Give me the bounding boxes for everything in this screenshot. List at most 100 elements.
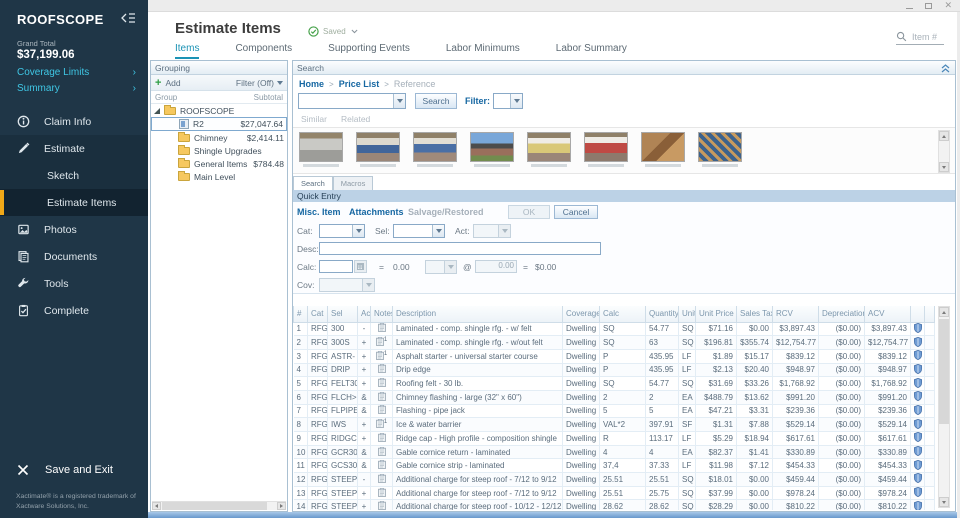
sidebar-item-estimate[interactable]: Estimate bbox=[0, 135, 148, 162]
column-header[interactable]: Sales Tax bbox=[737, 306, 773, 322]
column-header[interactable]: Notes bbox=[371, 306, 393, 322]
misc-item-link[interactable]: Misc. Item bbox=[297, 207, 341, 217]
calc-rate-input[interactable]: 0.00 bbox=[475, 260, 517, 273]
cell-source[interactable] bbox=[911, 377, 925, 391]
thumbnail-scrollbar[interactable] bbox=[938, 130, 950, 173]
dropdown-arrow-icon[interactable] bbox=[510, 94, 522, 108]
cell-source[interactable] bbox=[911, 322, 925, 336]
cell-notes[interactable]: 1 bbox=[371, 336, 393, 350]
cell-source[interactable] bbox=[911, 336, 925, 350]
sidebar-item-photos[interactable]: Photos bbox=[0, 216, 148, 243]
coverage-limits-link[interactable]: Coverage Limits› bbox=[17, 66, 140, 79]
line-item-row[interactable]: 14 RFG STEEP> + Additional charge for st… bbox=[294, 500, 935, 510]
sidebar-collapse-icon[interactable] bbox=[120, 12, 136, 24]
dropdown-arrow-icon[interactable] bbox=[393, 94, 405, 108]
group-row-shingle-upgrades[interactable]: Shingle Upgrades bbox=[151, 144, 287, 157]
cell-source[interactable] bbox=[911, 349, 925, 363]
column-header[interactable]: Act bbox=[358, 306, 371, 322]
grouping-horizontal-scrollbar[interactable] bbox=[152, 501, 286, 510]
tab-macros[interactable]: Macros bbox=[333, 176, 374, 190]
sidebar-item-complete[interactable]: Complete bbox=[0, 297, 148, 324]
price-list-thumbnail[interactable] bbox=[413, 132, 457, 167]
group-row-r2[interactable]: R2 $27,047.64 bbox=[151, 117, 287, 131]
column-header[interactable]: Depreciation bbox=[819, 306, 865, 322]
group-row-general-items[interactable]: General Items $784.48 bbox=[151, 157, 287, 170]
column-header[interactable]: Unit bbox=[679, 306, 696, 322]
price-list-thumbnail[interactable] bbox=[470, 132, 514, 167]
cell-notes[interactable] bbox=[371, 404, 393, 418]
cell-source[interactable] bbox=[911, 459, 925, 473]
attachments-link[interactable]: Attachments bbox=[349, 207, 404, 217]
cell-notes[interactable] bbox=[371, 322, 393, 336]
sidebar-item-claim-info[interactable]: Claim Info bbox=[0, 108, 148, 135]
column-header[interactable]: RCV bbox=[773, 306, 819, 322]
line-item-row[interactable]: 9 RFG RIDGC+ + Ridge cap - High profile … bbox=[294, 432, 935, 446]
act-dropdown[interactable] bbox=[473, 224, 511, 238]
tab-labor-minimums[interactable]: Labor Minimums bbox=[446, 43, 520, 59]
cell-notes[interactable] bbox=[371, 445, 393, 459]
line-item-row[interactable]: 2 RFG 300S + 1 Laminated - comp. shingle… bbox=[294, 336, 935, 350]
cat-input[interactable] bbox=[319, 224, 365, 238]
cell-source[interactable] bbox=[911, 445, 925, 459]
calc-unit-dropdown[interactable] bbox=[425, 260, 457, 274]
column-header[interactable]: Sel bbox=[328, 306, 358, 322]
tab-supporting-events[interactable]: Supporting Events bbox=[328, 43, 410, 59]
scroll-right-button[interactable] bbox=[277, 502, 286, 510]
column-header[interactable]: Calc bbox=[600, 306, 646, 322]
related-link[interactable]: Related bbox=[341, 114, 370, 124]
cell-notes[interactable]: 1 bbox=[371, 349, 393, 363]
cell-source[interactable] bbox=[911, 432, 925, 446]
search-input[interactable] bbox=[298, 93, 406, 109]
breadcrumb-home[interactable]: Home bbox=[299, 79, 324, 89]
column-header[interactable]: Coverage bbox=[563, 306, 600, 322]
line-item-row[interactable]: 1 RFG 300 - Laminated - comp. shingle rf… bbox=[294, 322, 935, 336]
sidebar-item-tools[interactable]: Tools bbox=[0, 270, 148, 297]
cell-notes[interactable] bbox=[371, 473, 393, 487]
sidebar-item-sketch[interactable]: Sketch bbox=[0, 162, 148, 189]
group-row-roofscope[interactable]: ROOFSCOPE bbox=[151, 104, 287, 117]
sidebar-item-estimate-items[interactable]: Estimate Items bbox=[0, 189, 148, 216]
collapse-panel-icon[interactable] bbox=[940, 63, 951, 73]
column-header[interactable]: Quantity bbox=[646, 306, 679, 322]
scrollbar-thumb[interactable] bbox=[939, 319, 949, 424]
cell-notes[interactable] bbox=[371, 377, 393, 391]
line-item-row[interactable]: 11 RFG GCS300 & Gable cornice strip - la… bbox=[294, 459, 935, 473]
cell-notes[interactable] bbox=[371, 500, 393, 510]
price-list-thumbnail[interactable] bbox=[527, 132, 571, 167]
line-item-row[interactable]: 7 RFG FLPIPE & Flashing - pipe jack Dwel… bbox=[294, 404, 935, 418]
cell-notes[interactable] bbox=[371, 390, 393, 404]
scroll-down-button[interactable] bbox=[939, 497, 949, 507]
cov-dropdown[interactable] bbox=[319, 278, 375, 292]
column-header[interactable]: # bbox=[294, 306, 308, 322]
cell-source[interactable] bbox=[911, 473, 925, 487]
line-item-row[interactable]: 3 RFG ASTR- + 1 Asphalt starter - univer… bbox=[294, 349, 935, 363]
ok-button[interactable]: OK bbox=[508, 205, 550, 219]
scrollbar-thumb[interactable] bbox=[162, 502, 267, 510]
scroll-up-button[interactable] bbox=[939, 131, 949, 141]
tab-components[interactable]: Components bbox=[235, 43, 292, 59]
price-list-thumbnail[interactable] bbox=[356, 132, 400, 167]
tab-items[interactable]: Items bbox=[175, 43, 199, 59]
line-item-row[interactable]: 12 RFG STEEP - Additional charge for ste… bbox=[294, 473, 935, 487]
column-header[interactable]: ACV bbox=[865, 306, 911, 322]
item-number-search[interactable]: Item # bbox=[896, 31, 944, 45]
scroll-down-button[interactable] bbox=[939, 162, 949, 172]
close-icon[interactable]: ✕ bbox=[944, 2, 952, 9]
similar-link[interactable]: Similar bbox=[301, 114, 327, 124]
cell-source[interactable] bbox=[911, 418, 925, 432]
cell-source[interactable] bbox=[911, 390, 925, 404]
minimize-icon[interactable] bbox=[906, 2, 913, 9]
cell-notes[interactable] bbox=[371, 486, 393, 500]
line-item-row[interactable]: 5 RFG FELT30 + Roofing felt - 30 lb. Dwe… bbox=[294, 377, 935, 391]
expand-triangle-icon[interactable] bbox=[154, 108, 160, 114]
group-row-main-level[interactable]: Main Level bbox=[151, 170, 287, 183]
filter-dropdown[interactable] bbox=[493, 93, 523, 109]
cell-source[interactable] bbox=[911, 486, 925, 500]
price-list-thumbnail[interactable] bbox=[299, 132, 343, 167]
line-item-row[interactable]: 13 RFG STEEP + Additional charge for ste… bbox=[294, 486, 935, 500]
save-and-exit-button[interactable]: Save and Exit bbox=[0, 456, 148, 483]
price-list-thumbnail[interactable] bbox=[641, 132, 685, 167]
column-header[interactable]: Description bbox=[393, 306, 563, 322]
line-item-row[interactable]: 4 RFG DRIP + Drip edge Dwelling P 435.95… bbox=[294, 363, 935, 377]
group-row-chimney[interactable]: Chimney $2,414.11 bbox=[151, 131, 287, 144]
